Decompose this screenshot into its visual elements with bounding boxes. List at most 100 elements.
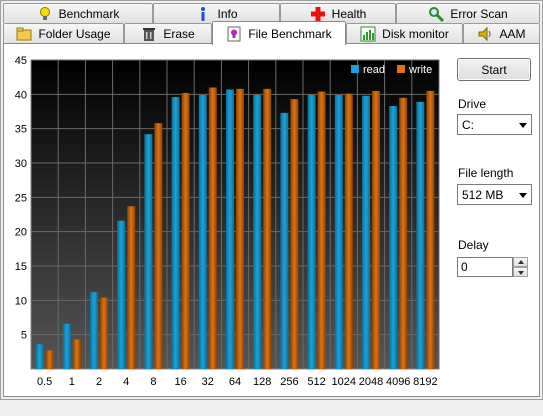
folder-icon (16, 26, 32, 42)
y-tick-label: 10 (15, 295, 27, 307)
bar-read (90, 292, 98, 369)
lightbulb-icon (37, 6, 53, 22)
bar-write (236, 88, 244, 369)
info-icon (195, 6, 211, 22)
bar-write (344, 93, 353, 369)
bar-write (45, 350, 54, 369)
tab-label: Folder Usage (38, 26, 111, 41)
x-tick-label: 2 (96, 376, 102, 388)
y-tick-label: 35 (15, 124, 27, 136)
bar-write (154, 123, 163, 369)
tab-label: Info (217, 6, 238, 21)
bar-read (253, 95, 262, 369)
start-button-label: Start (481, 62, 507, 77)
y-tick-label: 15 (15, 261, 27, 273)
bar-write (426, 90, 435, 370)
y-tick-label: 45 (15, 56, 27, 67)
bar-read (334, 95, 343, 369)
y-tick-label: 20 (15, 227, 27, 239)
tab-file-benchmark[interactable]: File Benchmark (212, 21, 346, 45)
magnifier-icon (428, 6, 445, 22)
x-tick-label: 16 (174, 376, 186, 388)
bar-write (263, 88, 272, 369)
y-axis-label: MB/sec (33, 61, 70, 73)
tab-benchmark[interactable]: Benchmark (3, 3, 153, 23)
bar-write (317, 91, 326, 369)
x-tick-label: 8 (150, 376, 156, 388)
tab-label: Benchmark (58, 6, 120, 21)
tab-info[interactable]: Info (153, 3, 280, 23)
chart-icon (360, 26, 376, 42)
arrow-up-icon (518, 260, 524, 264)
delay-input[interactable]: 0 (457, 257, 513, 277)
chevron-down-icon (519, 193, 527, 198)
benchmark-chart: 5 10 15 20 25 30 35 40 45 MB/sec 0.5 1 2 4 8 16 32 64 128 2… (6, 56, 446, 416)
x-tick-label: 128 (253, 376, 271, 388)
delay-decrement-button[interactable] (513, 267, 528, 277)
bar-read (171, 97, 180, 369)
bar-read (416, 101, 425, 370)
legend-swatch-write (397, 65, 405, 73)
bar-read (226, 89, 234, 369)
tab-aam[interactable]: AAM (463, 23, 540, 43)
benchmark-chart-svg: 5 10 15 20 25 30 35 40 45 MB/sec 0.5 1 2 4 8 16 32 64 128 2… (15, 56, 440, 388)
bar-write (399, 97, 408, 369)
x-tick-label: 2048 (359, 376, 383, 388)
delay-label: Delay (458, 238, 489, 252)
drive-label: Drive (458, 97, 487, 111)
legend-swatch-read (351, 65, 359, 73)
x-tick-label: 4096 (386, 376, 410, 388)
bar-write (372, 90, 380, 370)
x-tick-label: 256 (280, 376, 298, 388)
x-tick-label: 32 (202, 376, 214, 388)
tab-label: File Benchmark (248, 26, 332, 41)
tab-health[interactable]: Health (280, 3, 396, 23)
trash-icon (141, 26, 157, 42)
bar-read (117, 220, 126, 369)
bar-write (72, 339, 81, 369)
bar-read (280, 112, 289, 369)
bar-write (208, 87, 217, 369)
tab-error-scan[interactable]: Error Scan (396, 3, 540, 23)
bar-read (62, 323, 71, 369)
x-tick-label: 0.5 (37, 376, 52, 388)
tab-erase[interactable]: Erase (124, 23, 212, 43)
y-tick-label: 5 (21, 330, 27, 342)
y-tick-label: 30 (15, 158, 27, 170)
delay-increment-button[interactable] (513, 257, 528, 267)
drive-select[interactable]: C: (457, 114, 532, 135)
x-tick-label: 64 (229, 376, 241, 388)
legend-label-write: write (408, 64, 432, 76)
bar-read (307, 95, 316, 369)
file-length-label: File length (458, 166, 514, 180)
file-length-select[interactable]: 512 MB (457, 184, 532, 205)
drive-select-value: C: (462, 118, 474, 132)
bar-read (144, 134, 153, 369)
x-tick-label: 512 (307, 376, 325, 388)
x-tick-label: 4 (123, 376, 129, 388)
tab-label: Error Scan (450, 6, 508, 21)
y-tick-label: 25 (15, 192, 27, 204)
bar-write (127, 206, 136, 369)
arrow-down-icon (518, 271, 524, 275)
x-tick-label: 8192 (413, 376, 437, 388)
x-tick-label: 1024 (332, 376, 356, 388)
file-benchmark-panel: 5 10 15 20 25 30 35 40 45 MB/sec 0.5 1 2 4 8 16 32 64 128 2… (3, 43, 540, 397)
bar-read (389, 106, 398, 370)
file-lightbulb-icon (226, 26, 242, 42)
tab-label: AAM (499, 26, 526, 41)
bar-read (35, 344, 44, 369)
bar-read (198, 95, 207, 369)
delay-input-value: 0 (461, 260, 468, 274)
bar-write (290, 99, 299, 369)
y-tick-label: 40 (15, 89, 27, 101)
tab-label: Disk monitor (382, 26, 449, 41)
chevron-down-icon (519, 123, 527, 128)
start-button[interactable]: Start (457, 58, 531, 81)
tab-disk-monitor[interactable]: Disk monitor (346, 23, 463, 43)
bar-read (362, 95, 370, 369)
tab-label: Health (331, 6, 367, 21)
tab-folder-usage[interactable]: Folder Usage (3, 23, 124, 43)
health-cross-icon (310, 6, 326, 22)
speaker-icon (477, 26, 493, 42)
